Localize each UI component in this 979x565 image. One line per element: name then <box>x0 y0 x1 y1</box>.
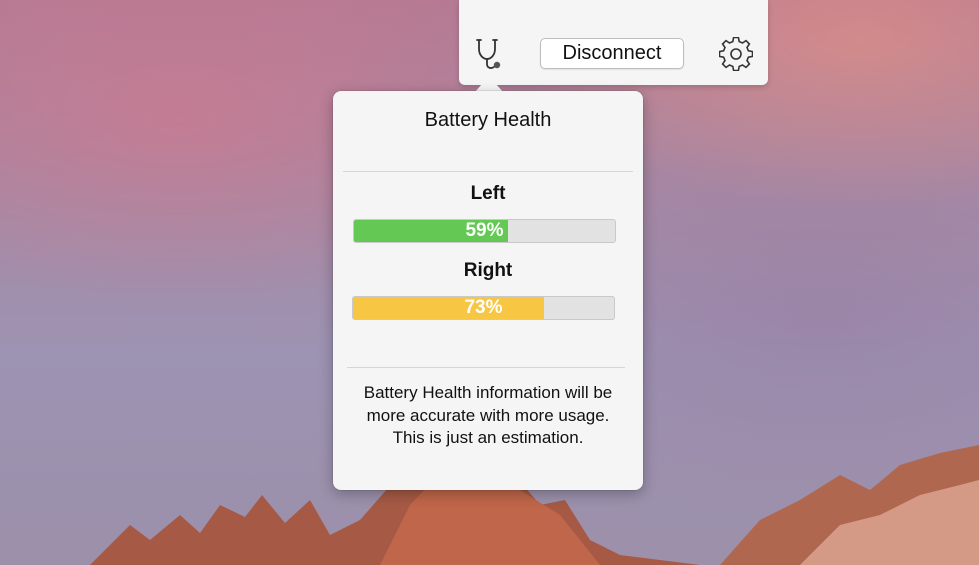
right-bud-label: Right <box>463 260 513 281</box>
estimation-note: Battery Health information will be more … <box>333 382 643 450</box>
desktop-wallpaper: Disconnect Battery Health Left 59% Right… <box>0 0 979 565</box>
panel-title: Battery Health <box>424 109 552 131</box>
divider <box>343 171 633 172</box>
left-battery-percent: 59% <box>465 220 504 241</box>
stethoscope-icon[interactable] <box>473 37 505 73</box>
disconnect-button[interactable]: Disconnect <box>540 38 684 69</box>
popover-caret <box>475 76 503 92</box>
right-battery-bar: 73% <box>352 296 615 320</box>
battery-health-panel: Battery Health Left 59% Right 73% Batter… <box>333 91 643 490</box>
note-line: more accurate with more usage. <box>366 405 610 425</box>
left-battery-bar: 59% <box>353 219 616 243</box>
left-bud-label: Left <box>470 183 506 204</box>
divider <box>347 367 625 368</box>
gear-icon[interactable] <box>718 36 754 72</box>
right-battery-percent: 73% <box>464 297 503 318</box>
note-line: Battery Health information will be <box>363 383 613 402</box>
note-line: This is just an estimation. <box>392 428 584 447</box>
